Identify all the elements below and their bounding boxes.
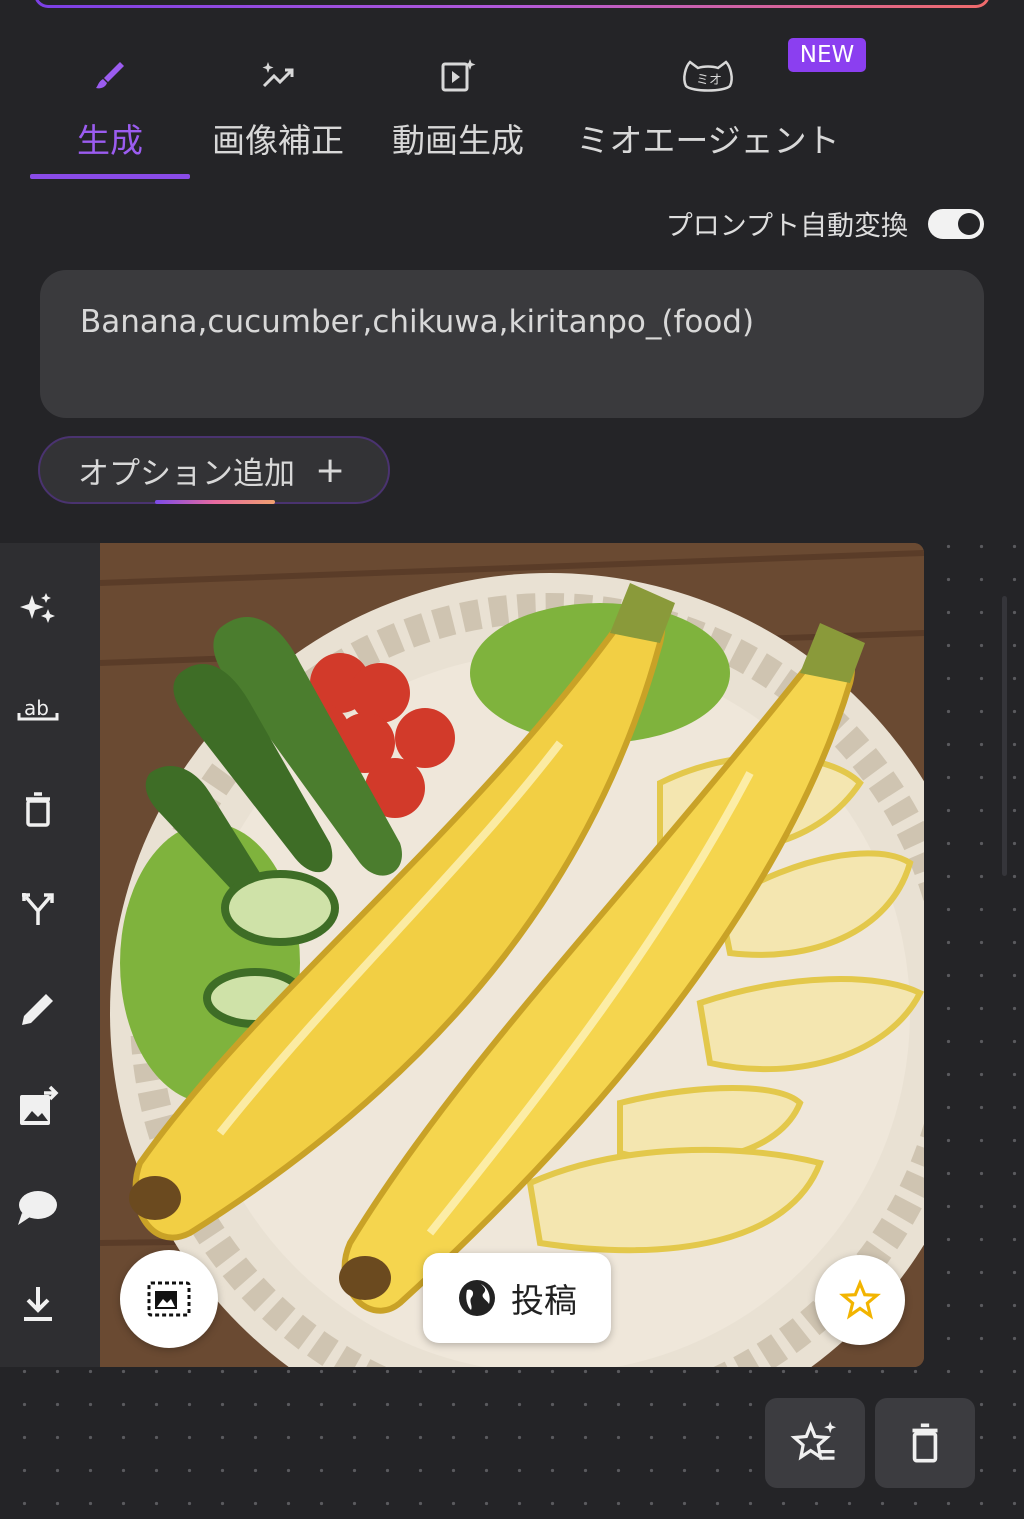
active-tab-underline: [30, 174, 190, 179]
tab-label-generate: 生成: [77, 121, 143, 160]
banana-plate-illustration: [100, 543, 924, 1367]
star-icon: [839, 1279, 881, 1320]
download-icon[interactable]: [14, 1281, 62, 1329]
chat-bubble-icon[interactable]: [14, 1183, 62, 1231]
post-button[interactable]: 投稿: [423, 1253, 611, 1343]
toggle-knob: [958, 212, 980, 235]
pencil-icon[interactable]: [14, 985, 62, 1033]
sparkle-trend-icon: [262, 62, 294, 88]
sparkles-icon[interactable]: [14, 585, 62, 633]
option-button-glow: [155, 500, 275, 504]
tab-label-mio-agent: ミオエージェント: [576, 121, 840, 160]
image-crop-icon: [147, 1281, 191, 1317]
add-option-label: オプション追加: [78, 455, 295, 492]
image-toolbar: ab: [0, 543, 100, 1367]
brush-icon: [96, 62, 124, 89]
page: 生成 画像補正 動画生成 ミオ ミオエージェント NEW プロンプト自動変換 B…: [0, 0, 1024, 1519]
tab-generate[interactable]: 生成: [30, 40, 190, 180]
add-option-button[interactable]: オプション追加 +: [38, 436, 390, 504]
auto-convert-row: プロンプト自動変換: [666, 204, 984, 243]
video-sparkle-icon: [441, 59, 476, 92]
svg-text:ab: ab: [24, 696, 49, 720]
svg-text:ミオ: ミオ: [696, 73, 722, 88]
mode-tabs: 生成 画像補正 動画生成 ミオ ミオエージェント: [30, 40, 1024, 180]
globe-icon: [459, 1280, 495, 1316]
plus-icon: +: [315, 449, 346, 491]
sparkle-star-edit-icon: [790, 1421, 837, 1461]
post-button-label: 投稿: [511, 1281, 577, 1320]
branch-icon[interactable]: [14, 885, 62, 933]
favorite-button[interactable]: [815, 1255, 905, 1345]
new-badge: NEW: [788, 38, 866, 72]
top-gradient-frame: [34, 0, 990, 8]
trash-icon[interactable]: [14, 785, 62, 833]
image-frame-button[interactable]: [120, 1250, 218, 1348]
tab-image-enhance[interactable]: 画像補正: [200, 40, 356, 180]
image-export-icon[interactable]: [14, 1083, 62, 1131]
tab-label-image-enhance: 画像補正: [212, 121, 344, 160]
scrollbar[interactable]: [1002, 596, 1007, 876]
cat-face-icon: ミオ: [683, 60, 733, 92]
ai-edit-button[interactable]: [765, 1398, 865, 1488]
prompt-input[interactable]: Banana,cucumber,chikuwa,kiritanpo_(food): [40, 270, 984, 418]
auto-convert-label: プロンプト自動変換: [665, 211, 908, 242]
tab-label-video-generate: 動画生成: [392, 121, 524, 160]
trash-icon: [912, 1423, 938, 1463]
auto-convert-toggle[interactable]: [928, 208, 984, 239]
text-edit-icon[interactable]: ab: [14, 685, 62, 733]
delete-button[interactable]: [875, 1398, 975, 1488]
tab-video-generate[interactable]: 動画生成: [380, 40, 536, 180]
generated-image[interactable]: [100, 543, 924, 1367]
